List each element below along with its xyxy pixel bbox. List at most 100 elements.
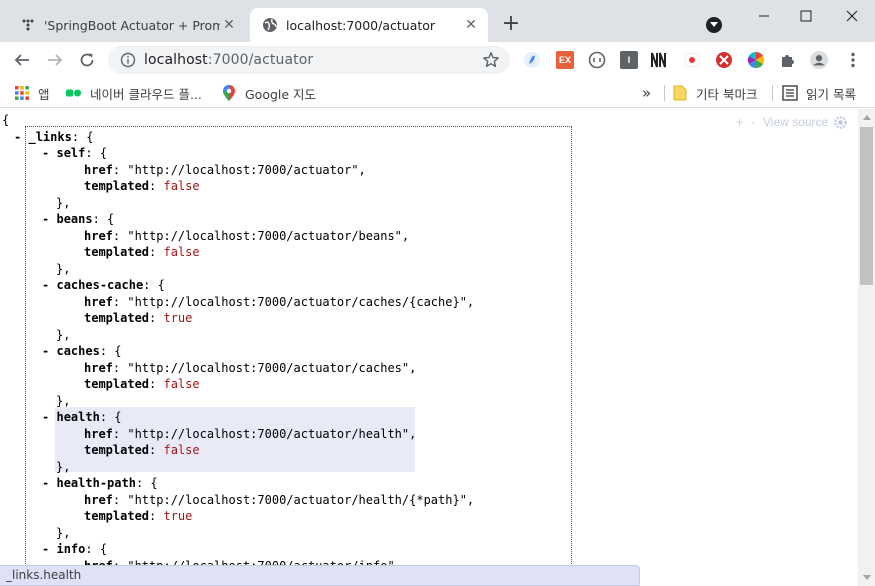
collapse-toggle[interactable]: - xyxy=(42,410,49,424)
json-href-line: href: "http://localhost:7000/actuator/he… xyxy=(84,426,417,441)
json-close-brace: }, xyxy=(56,525,71,540)
forward-button[interactable] xyxy=(43,48,67,72)
extension-6-icon[interactable] xyxy=(683,51,701,69)
tab-strip: 'SpringBoot Actuator + Prometh ✕ localho… xyxy=(0,0,875,42)
star-icon[interactable] xyxy=(482,51,500,69)
json-key[interactable]: _links xyxy=(28,130,71,144)
json-templated-line: templated: false xyxy=(84,245,200,259)
reading-list-icon xyxy=(782,85,798,101)
bookmark-label: 기타 북마크 xyxy=(696,86,758,102)
json-string: "http://localhost:7000/actuator/caches", xyxy=(127,360,417,375)
new-tab-button[interactable]: + xyxy=(500,13,522,36)
extension-ex-label: EX xyxy=(558,55,571,65)
extension-4-label: I xyxy=(627,55,631,65)
back-button[interactable] xyxy=(10,48,34,72)
extension-8-icon[interactable] xyxy=(747,51,765,69)
json-entry-header: - self: { xyxy=(42,146,108,160)
json-href-line: href: "http://localhost:7000/actuator/ca… xyxy=(84,360,417,375)
bookmarks-divider xyxy=(772,85,773,101)
window-close-icon[interactable] xyxy=(838,6,866,26)
json-close-brace: }, xyxy=(56,459,71,474)
json-href-line: href: "http://localhost:7000/actuator/be… xyxy=(84,228,410,243)
bookmark-naver-cloud[interactable]: 네이버 클라우드 플... xyxy=(66,84,202,102)
json-key: href xyxy=(84,294,113,309)
gear-icon[interactable] xyxy=(834,115,847,129)
json-string: "http://localhost:7000/actuator/beans", xyxy=(127,228,410,243)
tab-actuator[interactable]: localhost:7000/actuator ✕ xyxy=(250,8,488,42)
close-icon[interactable]: ✕ xyxy=(220,16,238,34)
collapse-toggle[interactable]: - xyxy=(42,146,49,160)
globe-icon xyxy=(262,17,278,33)
json-key[interactable]: info xyxy=(56,542,85,556)
extension-ex-icon[interactable]: EX xyxy=(556,51,574,69)
extension-5-icon[interactable] xyxy=(650,51,668,69)
reload-button[interactable] xyxy=(75,48,99,72)
json-string: "http://localhost:7000/actuator/health/{… xyxy=(127,492,475,507)
json-key[interactable]: health xyxy=(56,410,99,424)
collapse-toggle[interactable]: - xyxy=(42,476,49,490)
collapse-toggle[interactable]: - xyxy=(42,278,49,292)
maximize-icon[interactable] xyxy=(792,6,820,26)
info-icon[interactable] xyxy=(120,52,136,68)
expand-all-button[interactable]: + xyxy=(736,115,743,129)
tab-search-button[interactable] xyxy=(706,17,722,33)
extension-4-icon[interactable]: I xyxy=(620,51,638,69)
bookmark-other[interactable]: 기타 북마크 xyxy=(672,84,757,102)
json-key: templated xyxy=(84,245,150,259)
json-close-brace: }, xyxy=(56,393,71,408)
url-text[interactable]: localhost:7000/actuator xyxy=(144,52,482,68)
json-string: "http://localhost:7000/actuator", xyxy=(127,162,366,177)
json-boolean: true xyxy=(163,509,193,523)
tab-springboot[interactable]: 'SpringBoot Actuator + Prometh ✕ xyxy=(8,8,246,42)
graphql-icon xyxy=(20,17,36,33)
puzzle-icon[interactable] xyxy=(779,51,797,69)
collapse-all-button[interactable]: - xyxy=(751,115,755,129)
bookmark-label: 읽기 목록 xyxy=(806,86,856,102)
json-boolean: false xyxy=(163,245,200,259)
collapse-toggle[interactable]: - xyxy=(42,542,49,556)
extension-7-icon[interactable] xyxy=(715,51,733,69)
json-key: templated xyxy=(84,377,150,391)
collapse-toggle[interactable]: - xyxy=(42,344,49,358)
reload-icon xyxy=(80,53,94,67)
status-bar: _links.health xyxy=(0,565,640,586)
json-key[interactable]: caches-cache xyxy=(56,278,143,292)
json-templated-line: templated: false xyxy=(84,179,200,193)
extension-3-icon[interactable] xyxy=(588,51,606,69)
json-string: "http://localhost:7000/actuator/health", xyxy=(127,426,417,441)
view-source-link[interactable]: View source xyxy=(763,115,828,129)
extension-1-icon[interactable] xyxy=(523,51,541,69)
scrollbar-thumb[interactable] xyxy=(860,127,873,285)
url-path: :7000/actuator xyxy=(207,52,314,68)
json-key[interactable]: self xyxy=(56,146,85,160)
json-entry-header: - health: { xyxy=(42,410,122,424)
json-boolean: false xyxy=(163,179,200,193)
json-key[interactable]: health-path xyxy=(56,476,135,490)
json-key: href xyxy=(84,426,113,441)
reading-list-button[interactable]: 읽기 목록 xyxy=(782,84,856,102)
json-href-line: href: "http://localhost:7000/actuator", xyxy=(84,162,366,177)
collapse-toggle[interactable]: - xyxy=(14,130,21,144)
bookmarks-divider xyxy=(664,85,665,101)
close-icon[interactable]: ✕ xyxy=(462,16,480,34)
minimize-icon[interactable] xyxy=(750,6,778,26)
json-key[interactable]: caches xyxy=(56,344,99,358)
json-boolean: false xyxy=(163,443,200,457)
vertical-scrollbar[interactable] xyxy=(858,109,875,586)
arrow-right-icon xyxy=(48,54,63,66)
url-host: localhost xyxy=(144,52,208,68)
bookmark-google-maps[interactable]: Google 지도 xyxy=(221,84,316,102)
json-close-brace: }, xyxy=(56,261,71,276)
address-bar[interactable]: localhost:7000/actuator xyxy=(108,46,510,74)
bookmarks-overflow-button[interactable]: » xyxy=(642,84,651,102)
kebab-menu-icon[interactable] xyxy=(844,51,862,69)
scroll-down-icon[interactable] xyxy=(858,569,875,586)
scroll-up-icon[interactable] xyxy=(858,109,875,126)
bookmark-apps[interactable]: 앱 xyxy=(14,84,50,102)
collapse-toggle[interactable]: - xyxy=(42,212,49,226)
json-tree: { - _links: { - self: {href: "http://loc… xyxy=(0,109,474,573)
json-key[interactable]: beans xyxy=(56,212,92,226)
avatar-icon[interactable] xyxy=(810,51,828,69)
map-pin-icon xyxy=(221,85,237,101)
json-key: templated xyxy=(84,443,150,457)
